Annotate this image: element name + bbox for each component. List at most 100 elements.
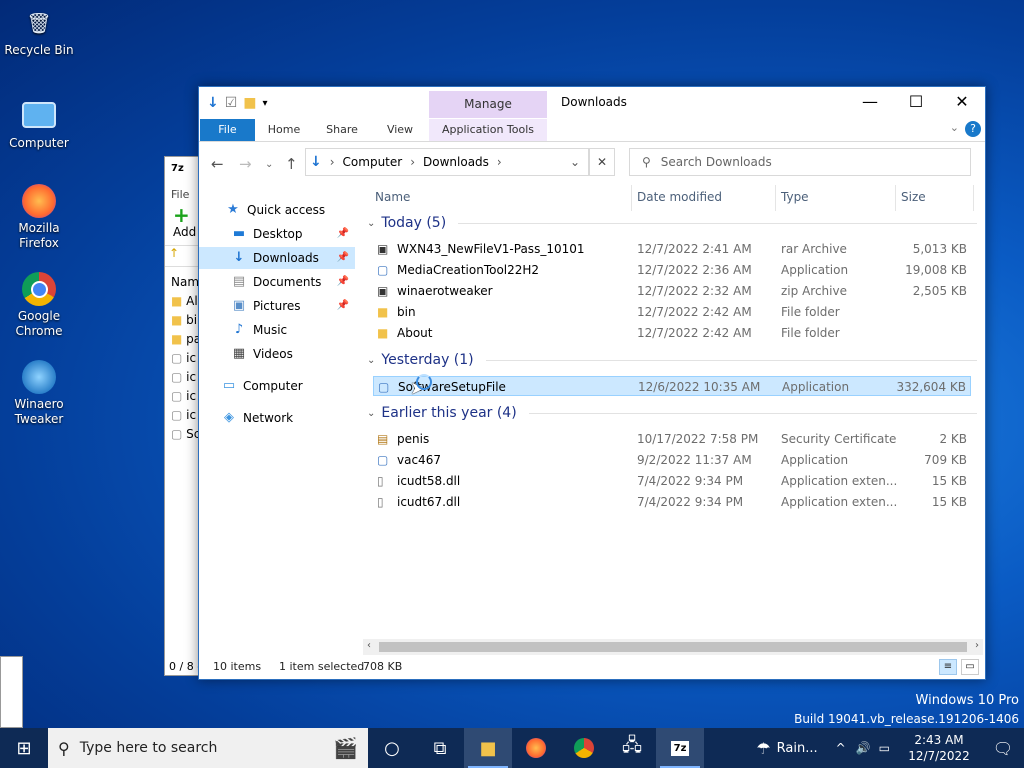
application-icon: ▢ [378, 380, 390, 394]
maximize-button[interactable]: ☐ [893, 87, 939, 119]
pin-icon: 📌 [336, 300, 349, 311]
network-status-icon[interactable]: ▭ [879, 741, 890, 755]
explorer-window[interactable]: ↓ ☑ ■ ▾ Manage Downloads — ☐ ✕ File Home… [198, 86, 986, 680]
file-row[interactable]: ▢ SoftwareSetupFile 12/6/2022 10:35 AM Appl… [373, 376, 971, 396]
column-size[interactable]: Size [901, 190, 926, 204]
file-type: Application [782, 380, 850, 394]
tab-view[interactable]: View [375, 119, 425, 141]
search-icon: ⚲ [58, 738, 70, 758]
recycle-bin-icon: 🗑 [26, 10, 52, 35]
scrollbar-thumb[interactable] [379, 642, 967, 652]
chrome-icon [574, 738, 594, 758]
taskbar-chrome[interactable] [560, 728, 608, 768]
status-item-count: 10 items [213, 660, 262, 673]
firefox-icon [22, 184, 56, 218]
up-button[interactable]: ↑ [285, 155, 298, 173]
file-row[interactable]: ■ bin 12/7/2022 2:42 AM File folder [373, 302, 971, 322]
breadcrumb-downloads[interactable]: Downloads [423, 155, 489, 169]
file-row[interactable]: ▤ penis 10/17/2022 7:58 PM Security Certifi… [373, 429, 971, 449]
desktop-icon-chrome[interactable]: Google Chrome [4, 272, 74, 339]
folder-icon: ■ [377, 305, 389, 319]
file-list[interactable]: Name Date modified Type Size ⌄ Today (5) ▣… [363, 185, 985, 655]
customize-qat-icon[interactable]: ▾ [263, 98, 268, 109]
title-bar[interactable]: ↓ ☑ ■ ▾ Manage Downloads — ☐ ✕ [199, 87, 985, 119]
file-size: 15 KB [931, 474, 967, 488]
group-header[interactable]: ⌄ Yesterday (1) [367, 352, 977, 368]
tab-application-tools[interactable]: Application Tools [429, 119, 547, 141]
desktop-icon-computer[interactable]: Computer [4, 96, 74, 151]
desktop-icon-winaero[interactable]: Winaero Tweaker [4, 360, 74, 427]
weather-widget[interactable]: ☂ Rain... [756, 739, 817, 758]
file-row[interactable]: ▢ vac467 9/2/2022 11:37 AM Application 709 K… [373, 450, 971, 470]
nav-network[interactable]: ◈ Network [221, 407, 293, 429]
file-row[interactable]: ▢ MediaCreationTool22H2 12/7/2022 2:36 AM A… [373, 260, 971, 280]
search-input[interactable]: ⚲ Search Downloads [629, 148, 971, 176]
desktop-icon-firefox[interactable]: Mozilla Firefox [4, 184, 74, 251]
close-button[interactable]: ✕ [939, 87, 985, 119]
details-view-button[interactable]: ≡ [939, 659, 957, 675]
new-folder-icon[interactable]: ■ [243, 95, 256, 111]
notifications-icon[interactable]: 🗨 [982, 739, 1024, 758]
tab-file[interactable]: File [200, 119, 255, 141]
address-bar[interactable]: ↓ › Computer › Downloads › ⌄ [305, 148, 589, 176]
nav-videos[interactable]: ▦ Videos [231, 343, 293, 365]
manage-contextual-tab[interactable]: Manage [429, 91, 547, 118]
file-icon: ▢ [171, 351, 187, 365]
group-divider [458, 222, 977, 224]
file-name: WXN43_NewFileV1-Pass_10101 [397, 242, 585, 256]
file-icon: ▢ [171, 389, 187, 403]
tab-share[interactable]: Share [317, 119, 367, 141]
minimize-button[interactable]: — [847, 87, 893, 119]
nav-desktop[interactable]: ▬ Desktop 📌 [231, 223, 355, 245]
file-row[interactable]: ▣ WXN43_NewFileV1-Pass_10101 12/7/2022 2:4… [373, 239, 971, 259]
show-hidden-icons-icon[interactable]: ^ [836, 741, 846, 755]
group-header[interactable]: ⌄ Today (5) [367, 215, 977, 231]
group-header[interactable]: ⌄ Earlier this year (4) [367, 405, 977, 421]
file-row[interactable]: ■ About 12/7/2022 2:42 AM File folder [373, 323, 971, 343]
taskbar-file-explorer[interactable]: ■ [464, 728, 512, 768]
forward-button[interactable]: → [239, 155, 252, 173]
nav-quick-access[interactable]: ★ Quick access [225, 199, 325, 221]
recent-locations-button[interactable]: ⌄ [265, 159, 273, 170]
file-row[interactable]: ▯ icudt58.dll 7/4/2022 9:34 PM Application … [373, 471, 971, 491]
horizontal-scrollbar[interactable]: ‹ › [363, 639, 983, 655]
file-size: 19,008 KB [905, 263, 967, 277]
nav-documents[interactable]: ▤ Documents 📌 [231, 271, 355, 293]
breadcrumb-computer[interactable]: Computer [343, 155, 403, 169]
properties-icon[interactable]: ☑ [225, 95, 238, 111]
back-button[interactable]: ← [211, 155, 224, 173]
taskbar-network-app[interactable]: 🖧 [608, 728, 656, 768]
file-type: Application exten... [781, 495, 898, 509]
column-name[interactable]: Name [375, 190, 410, 204]
nav-pictures[interactable]: ▣ Pictures 📌 [231, 295, 355, 317]
start-button[interactable]: ⊞ [0, 728, 48, 768]
clock[interactable]: 2:43 AM 12/7/2022 [896, 732, 982, 764]
rain-umbrella-icon: ☂ [756, 738, 771, 758]
taskbar-search-box[interactable]: ⚲ Type here to search 🎬 [48, 728, 368, 768]
clear-address-button[interactable]: ✕ [589, 148, 615, 176]
column-date-modified[interactable]: Date modified [637, 190, 722, 204]
quick-access-toolbar: ↓ ☑ ■ ▾ [207, 95, 268, 111]
nav-downloads[interactable]: ↓ Downloads 📌 [199, 247, 355, 269]
down-arrow-icon[interactable]: ↓ [207, 95, 219, 111]
desktop-icon-recycle-bin[interactable]: 🗑 Recycle Bin [4, 6, 74, 58]
volume-icon[interactable]: 🔊 [856, 741, 871, 755]
task-view-icon: ⧉ [433, 737, 447, 759]
task-view-icon-button[interactable]: ⧉ [416, 728, 464, 768]
file-date: 9/2/2022 11:37 AM [637, 453, 752, 467]
help-icon[interactable]: ? [965, 121, 981, 137]
task-view-button[interactable]: ○ [368, 728, 416, 768]
ribbon-expand-icon[interactable]: ⌄ [950, 121, 959, 134]
scroll-right-icon[interactable]: › [975, 640, 979, 651]
large-icons-view-button[interactable]: ▭ [961, 659, 979, 675]
nav-music[interactable]: ♪ Music [231, 319, 287, 341]
column-type[interactable]: Type [781, 190, 809, 204]
taskbar-7zip[interactable]: 7z [656, 728, 704, 768]
taskbar-firefox[interactable] [512, 728, 560, 768]
address-dropdown-icon[interactable]: ⌄ [570, 155, 580, 169]
file-row[interactable]: ▣ winaerotweaker 12/7/2022 2:32 AM zip Arch… [373, 281, 971, 301]
tab-home[interactable]: Home [259, 119, 309, 141]
scroll-left-icon[interactable]: ‹ [367, 640, 371, 651]
nav-computer[interactable]: ▭ Computer [221, 375, 303, 397]
file-row[interactable]: ▯ icudt67.dll 7/4/2022 9:34 PM Application … [373, 492, 971, 512]
